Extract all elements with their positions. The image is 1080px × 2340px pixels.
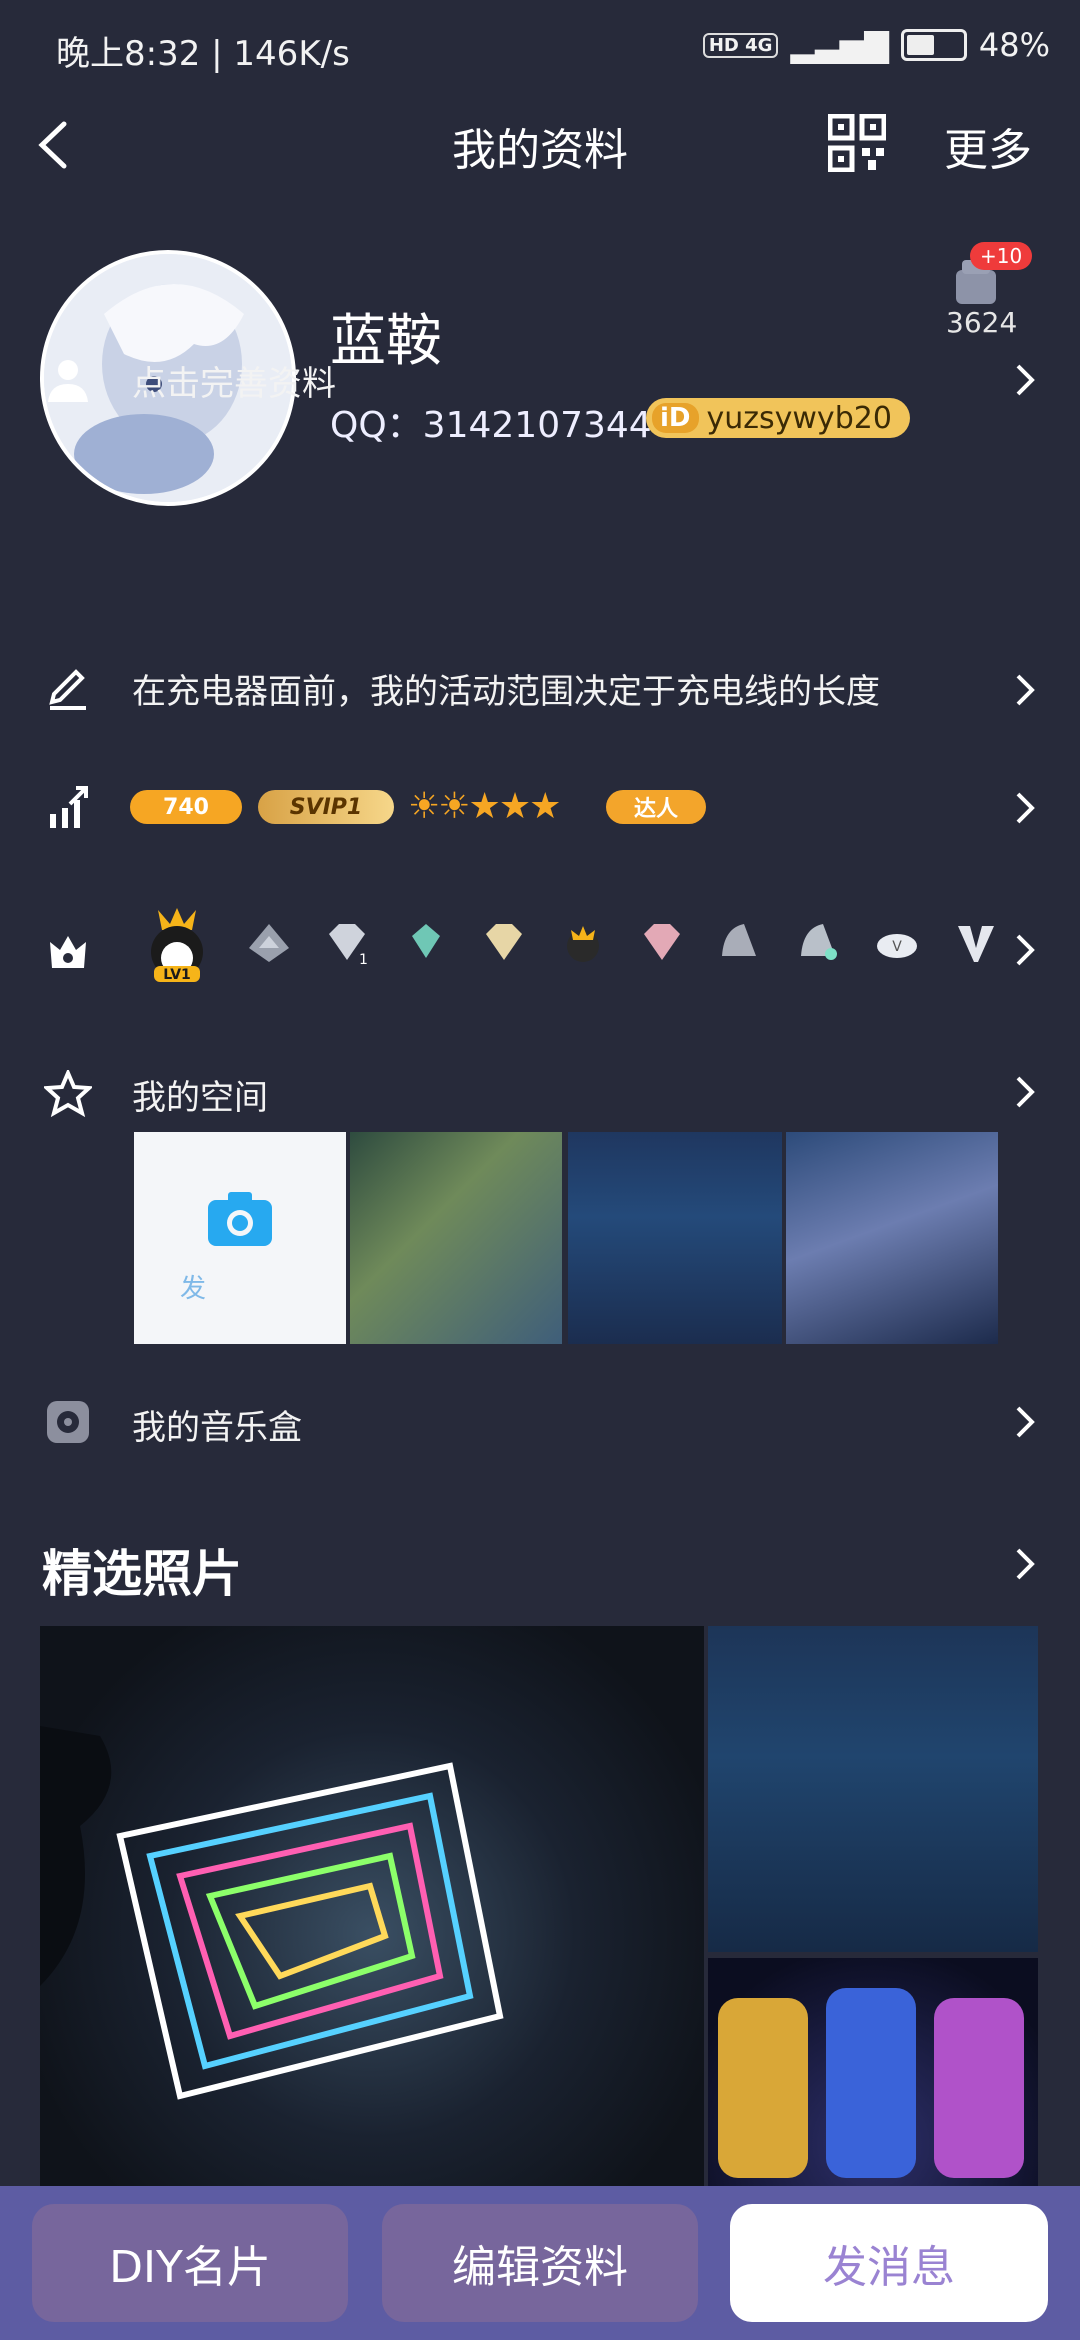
grey-helmet-badge	[722, 924, 757, 956]
music-box-link[interactable]: 我的音乐盒	[132, 1400, 302, 1449]
my-space-link[interactable]: 我的空间	[132, 1070, 268, 1119]
status-bar: 晚上8:32 | 146K/s HD 4G ▂▃▅▇ 48%	[0, 0, 1080, 96]
space-photo[interactable]	[786, 1132, 998, 1344]
send-message-button[interactable]: 发消息	[730, 2204, 1048, 2322]
diy-card-button[interactable]: DIY名片	[32, 2204, 348, 2322]
featured-photo[interactable]	[40, 1626, 704, 2186]
svip-badge: SVIP1	[258, 790, 394, 824]
penguin-badge	[566, 926, 599, 962]
camera-icon	[208, 1192, 272, 1246]
gold-diamond-badge	[486, 924, 523, 960]
battery-percent: 48%	[978, 26, 1050, 64]
qq-id-badge[interactable]: iD yuzsywyb20	[646, 398, 910, 438]
nickname: 蓝鞍	[330, 309, 442, 374]
crown-bag-icon	[50, 936, 86, 968]
grey-crown-badge	[248, 924, 289, 962]
person-icon	[48, 360, 88, 402]
badge-list[interactable]: LV1 1 V	[140, 900, 1000, 984]
chevron-right-icon[interactable]	[1010, 1072, 1040, 1112]
chevron-right-icon[interactable]	[1010, 360, 1040, 400]
network-indicator: HD 4G	[702, 32, 779, 58]
svg-text:1: 1	[359, 952, 368, 966]
status-left: 晚上8:32 | 146K/s	[56, 34, 350, 74]
green-helmet-badge	[800, 924, 837, 960]
page-title: 我的资料	[452, 125, 628, 176]
music-disc-icon	[47, 1401, 89, 1443]
silver-diamond-badge: 1	[329, 924, 368, 966]
qq-number: QQ：3142107344	[330, 405, 652, 446]
space-photo[interactable]	[568, 1132, 782, 1344]
post-label: 发	[180, 1274, 207, 1304]
signature-text[interactable]: 在充电器面前，我的活动范围决定于充电线的长度	[132, 664, 972, 713]
status-right: HD 4G ▂▃▅▇ 48%	[702, 26, 1050, 64]
more-button[interactable]: 更多	[944, 114, 1032, 178]
featured-photos-title: 精选照片	[42, 1545, 242, 1603]
growth-chart-icon	[50, 786, 88, 828]
complete-profile-link[interactable]: 点击完善资料	[132, 356, 336, 405]
pink-diamond-badge	[643, 924, 680, 960]
battery-icon	[900, 29, 967, 61]
lv-penguin-badge: LV1	[151, 908, 203, 983]
like-increment-badge: +10	[970, 242, 1033, 270]
qq-id-value: yuzsywyb20	[706, 400, 892, 436]
talent-badge: 达人	[606, 790, 706, 824]
edit-profile-button[interactable]: 编辑资料	[382, 2204, 698, 2322]
edit-icon	[49, 669, 86, 710]
space-photo[interactable]	[350, 1132, 562, 1344]
qzone-star-icon	[44, 1070, 92, 1118]
level-stars-icon: ☀☀★★★	[408, 786, 561, 827]
qq-level-badge: 740	[130, 790, 242, 824]
svg-text:V: V	[893, 939, 903, 955]
chevron-right-icon[interactable]	[1010, 1544, 1040, 1584]
qr-code-icon[interactable]	[828, 114, 886, 172]
featured-photo[interactable]	[708, 1958, 1038, 2190]
signal-icon: ▂▃▅▇	[790, 26, 889, 64]
v1-badge	[957, 926, 994, 962]
id-tag: iD	[652, 403, 699, 433]
featured-photo[interactable]	[708, 1626, 1038, 1952]
green-diamond-badge	[411, 924, 440, 958]
like-count: 3624	[946, 306, 1018, 339]
lv-label: LV1	[163, 967, 191, 983]
chevron-right-icon[interactable]	[1010, 670, 1040, 710]
chevron-right-icon[interactable]	[1010, 1402, 1040, 1442]
chevron-right-icon[interactable]	[1010, 930, 1040, 970]
chevron-right-icon[interactable]	[1010, 788, 1040, 828]
cloud-v-badge: V	[877, 934, 918, 958]
